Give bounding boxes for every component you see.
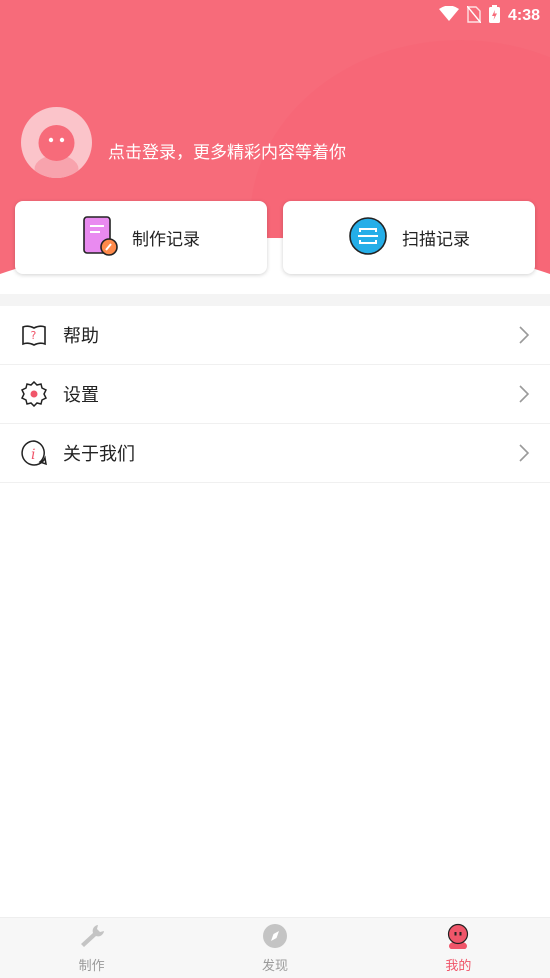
compass-icon — [261, 923, 289, 953]
tab-discover[interactable]: 发现 — [183, 918, 366, 978]
profile-face-icon — [444, 923, 472, 953]
status-time: 4:38 — [507, 7, 540, 24]
chevron-right-icon — [518, 444, 530, 462]
section-divider — [0, 294, 550, 306]
svg-text:?: ? — [31, 329, 37, 342]
make-record-icon — [82, 215, 118, 260]
menu-list: ? 帮助 设置 i 关于我们 — [0, 306, 550, 483]
info-icon: i — [21, 440, 47, 466]
scan-icon — [348, 216, 388, 260]
menu-item-about[interactable]: i 关于我们 — [0, 424, 550, 483]
avatar[interactable] — [21, 107, 92, 178]
chevron-right-icon — [518, 326, 530, 344]
menu-label-about: 关于我们 — [63, 444, 135, 465]
status-bar: 4:38 — [0, 0, 550, 30]
svg-text:i: i — [31, 447, 35, 463]
help-book-icon: ? — [21, 322, 47, 348]
make-record-button[interactable]: 制作记录 — [15, 201, 267, 274]
chevron-right-icon — [518, 385, 530, 403]
default-avatar-icon — [34, 125, 79, 178]
menu-item-settings[interactable]: 设置 — [0, 365, 550, 424]
gear-icon — [20, 380, 48, 408]
scan-record-label: 扫描记录 — [402, 230, 470, 250]
menu-item-help[interactable]: ? 帮助 — [0, 306, 550, 365]
tab-label-discover: 发现 — [261, 958, 288, 974]
scan-record-button[interactable]: 扫描记录 — [283, 201, 535, 274]
menu-label-help: 帮助 — [63, 326, 99, 347]
wrench-icon — [78, 923, 106, 953]
tab-mine[interactable]: 我的 — [367, 918, 550, 978]
login-prompt[interactable]: 点击登录，更多精彩内容等着你 — [108, 138, 346, 163]
tab-label-mine: 我的 — [445, 958, 472, 974]
wifi-icon — [438, 5, 459, 26]
tab-label-make: 制作 — [78, 958, 105, 974]
make-record-label: 制作记录 — [132, 230, 200, 250]
no-sim-icon — [466, 5, 482, 27]
menu-label-settings: 设置 — [63, 385, 99, 406]
bottom-nav: 制作 发现 我的 — [0, 917, 550, 978]
battery-charging-icon — [488, 5, 500, 27]
tab-make[interactable]: 制作 — [0, 918, 183, 978]
